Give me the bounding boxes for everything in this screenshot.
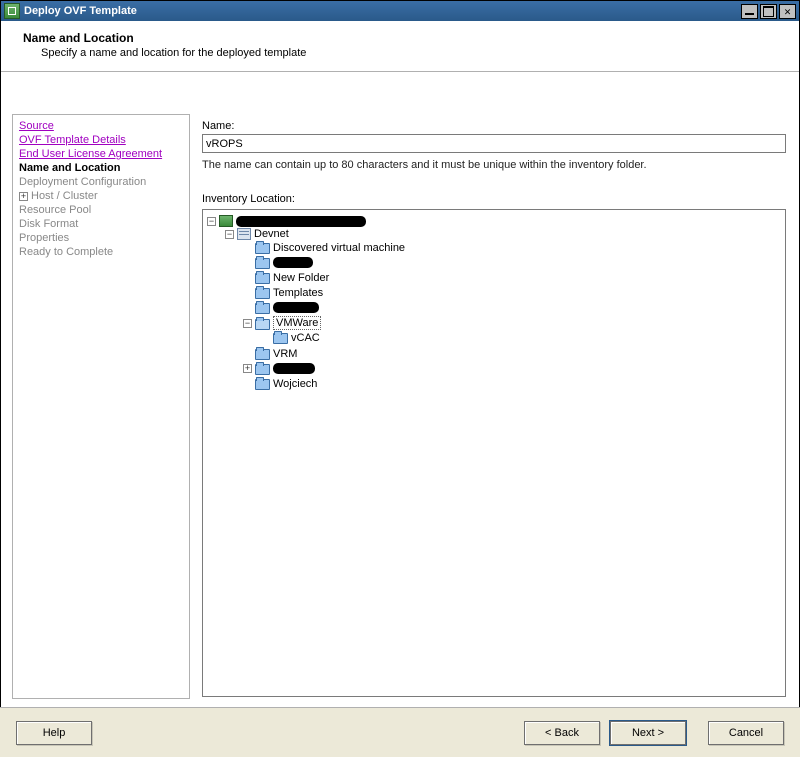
name-hint: The name can contain up to 80 characters…	[202, 159, 786, 171]
tree-label: vCAC	[291, 332, 320, 344]
close-button[interactable]	[779, 4, 796, 19]
spacer	[243, 258, 252, 267]
page-subtitle: Specify a name and location for the depl…	[41, 47, 785, 59]
tree-item[interactable]: − VMWare	[243, 316, 783, 330]
tree-item[interactable]	[243, 256, 783, 269]
spacer	[243, 273, 252, 282]
tree-label: New Folder	[273, 272, 329, 284]
redacted-text	[236, 216, 366, 227]
redacted-text	[273, 257, 313, 268]
maximize-button[interactable]	[760, 4, 777, 19]
cancel-button[interactable]: Cancel	[708, 721, 784, 745]
redacted-text	[273, 363, 315, 374]
wizard-footer: Help < Back Next > Cancel	[0, 707, 800, 757]
step-resource-pool: Resource Pool	[15, 203, 187, 217]
vcenter-icon	[219, 215, 233, 227]
collapse-icon[interactable]: −	[225, 230, 234, 239]
spacer	[261, 333, 270, 342]
tree-label: Templates	[273, 287, 323, 299]
folder-icon	[273, 333, 288, 344]
step-disk-format: Disk Format	[15, 217, 187, 231]
folder-icon	[255, 243, 270, 254]
inventory-label: Inventory Location:	[202, 193, 786, 205]
app-icon	[4, 3, 20, 19]
folder-icon	[255, 349, 270, 360]
name-label: Name:	[202, 120, 786, 132]
step-ready: Ready to Complete	[15, 245, 187, 259]
datacenter-icon	[237, 228, 251, 240]
wizard-steps-sidebar: Source OVF Template Details End User Lic…	[12, 114, 190, 699]
spacer	[243, 349, 252, 358]
tree-item[interactable]: +	[243, 362, 783, 375]
next-button[interactable]: Next >	[610, 721, 686, 745]
tree-item[interactable]: Wojciech	[243, 377, 783, 390]
folder-icon	[255, 273, 270, 284]
folder-icon	[255, 303, 270, 314]
redacted-text	[273, 302, 319, 313]
tree-item[interactable]: New Folder	[243, 271, 783, 284]
folder-icon	[255, 319, 270, 330]
collapse-icon[interactable]: −	[243, 319, 252, 328]
minimize-button[interactable]	[741, 4, 758, 19]
step-deployment-config: Deployment Configuration	[15, 175, 187, 189]
collapse-icon[interactable]: −	[207, 217, 216, 226]
folder-icon	[255, 364, 270, 375]
tree-item[interactable]: vCAC	[261, 331, 783, 344]
step-ovf-details[interactable]: OVF Template Details	[15, 133, 187, 147]
step-name-location: Name and Location	[15, 161, 187, 175]
tree-label: Discovered virtual machine	[273, 242, 405, 254]
tree-label: VRM	[273, 348, 297, 360]
tree-root[interactable]: −	[207, 215, 783, 227]
spacer	[243, 303, 252, 312]
tree-item[interactable]: Templates	[243, 286, 783, 299]
tree-item[interactable]: VRM	[243, 347, 783, 360]
spacer	[243, 288, 252, 297]
step-properties: Properties	[15, 231, 187, 245]
folder-icon	[255, 288, 270, 299]
titlebar: Deploy OVF Template	[1, 1, 799, 21]
expand-icon[interactable]: +	[243, 364, 252, 373]
tree-label: Wojciech	[273, 378, 317, 390]
tree-label: Devnet	[254, 228, 289, 240]
inventory-tree[interactable]: − − Devnet Discovered virtual machine New…	[202, 209, 786, 697]
step-eula[interactable]: End User License Agreement	[15, 147, 187, 161]
wizard-header: Name and Location Specify a name and loc…	[1, 21, 799, 72]
step-source[interactable]: Source	[15, 119, 187, 133]
back-button[interactable]: < Back	[524, 721, 600, 745]
spacer	[243, 379, 252, 388]
tree-item[interactable]: Discovered virtual machine	[243, 241, 783, 254]
tree-item[interactable]	[243, 301, 783, 314]
tree-datacenter[interactable]: − Devnet	[225, 228, 783, 240]
spacer	[243, 243, 252, 252]
main-panel: Name: The name can contain up to 80 char…	[190, 114, 788, 699]
tree-label: VMWare	[273, 316, 321, 330]
help-button[interactable]: Help	[16, 721, 92, 745]
folder-icon	[255, 379, 270, 390]
folder-icon	[255, 258, 270, 269]
name-input[interactable]	[202, 134, 786, 153]
step-host-cluster: + Host / Cluster	[15, 189, 187, 203]
plus-icon[interactable]: +	[19, 192, 28, 201]
page-title: Name and Location	[23, 31, 785, 45]
window-title: Deploy OVF Template	[24, 5, 739, 17]
